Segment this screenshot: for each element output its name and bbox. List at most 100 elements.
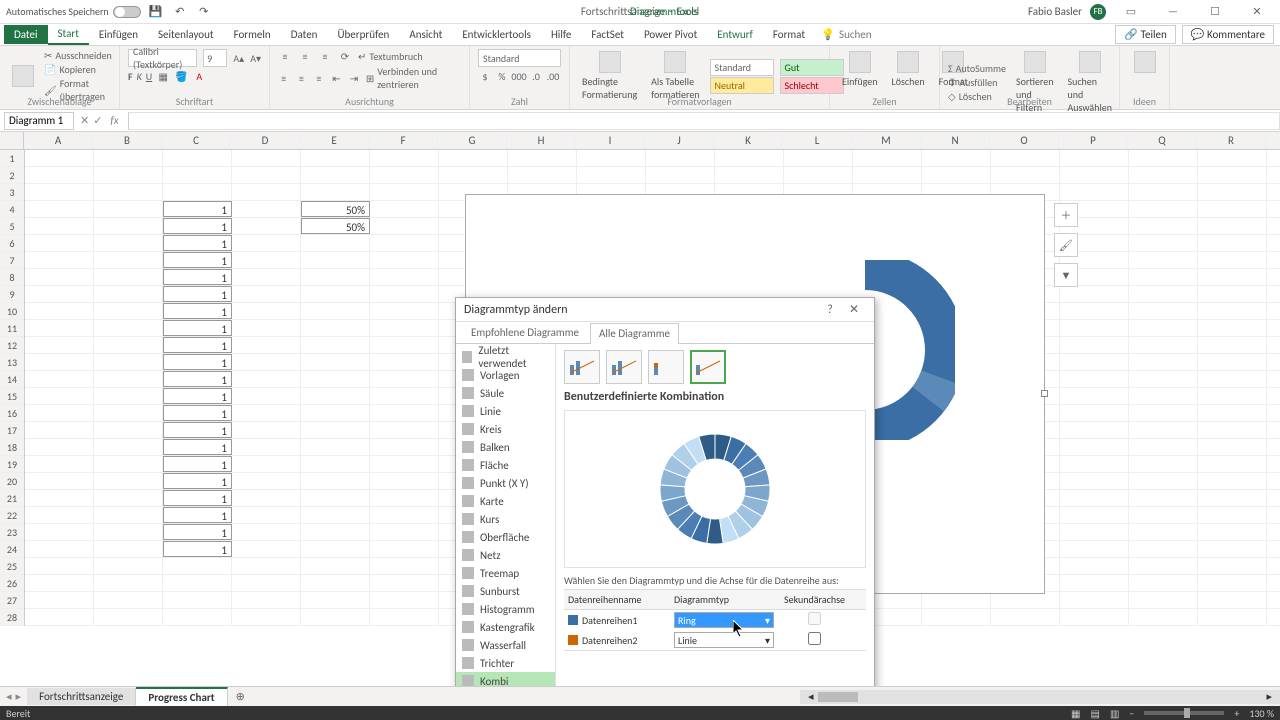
cell[interactable] <box>25 218 94 234</box>
cell[interactable] <box>232 235 301 251</box>
cell[interactable] <box>577 150 646 166</box>
cell[interactable] <box>301 558 370 574</box>
cell[interactable] <box>301 388 370 404</box>
zoom-in-icon[interactable]: + <box>1234 707 1239 720</box>
chart-type-item[interactable]: Sunburst <box>456 582 555 600</box>
cell[interactable] <box>94 405 163 421</box>
cell[interactable] <box>370 354 439 370</box>
cell[interactable] <box>232 201 301 217</box>
cell[interactable] <box>370 558 439 574</box>
cell[interactable] <box>991 592 1060 608</box>
cell[interactable] <box>232 473 301 489</box>
cell[interactable] <box>94 507 163 523</box>
redo-icon[interactable]: ↷ <box>195 3 213 21</box>
cell[interactable] <box>1060 167 1129 183</box>
cell[interactable] <box>1129 456 1198 472</box>
cell[interactable] <box>370 507 439 523</box>
cell[interactable] <box>94 592 163 608</box>
cell[interactable] <box>25 490 94 506</box>
align-mid-icon[interactable]: ≡ <box>298 49 312 63</box>
chart-type-item[interactable]: Fläche <box>456 456 555 474</box>
cell[interactable] <box>301 354 370 370</box>
cell[interactable] <box>25 150 94 166</box>
chart-type-item[interactable]: Kreis <box>456 420 555 438</box>
cell[interactable] <box>853 167 922 183</box>
autosave-toggle[interactable]: Automatisches Speichern <box>6 5 141 18</box>
view-pagebreak-icon[interactable]: ▥ <box>1110 707 1119 720</box>
cell[interactable] <box>991 150 1060 166</box>
cell[interactable] <box>1129 201 1198 217</box>
inc-dec-icon[interactable]: .0 <box>529 69 543 83</box>
merge-center-button[interactable]: ⊞ Verbinden und zentrieren <box>366 65 461 91</box>
column-header[interactable]: E <box>300 132 369 149</box>
chart-type-item[interactable]: Kastengrafik <box>456 618 555 636</box>
row-header[interactable]: 22 <box>0 507 24 524</box>
cancel-formula-icon[interactable]: ✕ <box>80 114 89 127</box>
column-header[interactable]: F <box>369 132 438 149</box>
subtype-2[interactable] <box>606 350 642 384</box>
close-icon[interactable]: ✕ <box>1240 2 1274 22</box>
increase-font-icon[interactable]: A▴ <box>233 51 244 65</box>
cell[interactable] <box>94 422 163 438</box>
row-header[interactable]: 20 <box>0 473 24 490</box>
cell[interactable] <box>25 609 94 625</box>
cell[interactable] <box>1198 269 1267 285</box>
cell[interactable] <box>1060 558 1129 574</box>
row-header[interactable]: 18 <box>0 439 24 456</box>
border-icon[interactable]: ▦ <box>156 69 170 83</box>
cell[interactable] <box>232 575 301 591</box>
cell[interactable] <box>1060 388 1129 404</box>
cell[interactable] <box>991 609 1060 625</box>
chart-type-item[interactable]: Histogramm <box>456 600 555 618</box>
cell[interactable] <box>232 507 301 523</box>
cell[interactable] <box>1129 252 1198 268</box>
cell[interactable] <box>370 150 439 166</box>
cell[interactable] <box>301 473 370 489</box>
cell[interactable] <box>370 609 439 625</box>
cell[interactable] <box>370 320 439 336</box>
cell[interactable] <box>232 354 301 370</box>
cell[interactable] <box>301 490 370 506</box>
tab-ansicht[interactable]: Ansicht <box>399 25 452 44</box>
cell[interactable]: 1 <box>163 490 232 506</box>
cell[interactable] <box>646 150 715 166</box>
cell[interactable] <box>301 337 370 353</box>
cell[interactable] <box>25 269 94 285</box>
cell[interactable] <box>1129 167 1198 183</box>
cell[interactable] <box>1060 405 1129 421</box>
cell[interactable] <box>1198 609 1267 625</box>
cell[interactable] <box>370 218 439 234</box>
column-header[interactable]: N <box>921 132 990 149</box>
row-header[interactable]: 17 <box>0 422 24 439</box>
chart-type-item[interactable]: Netz <box>456 546 555 564</box>
view-normal-icon[interactable]: ▦ <box>1071 707 1080 720</box>
align-right-icon[interactable]: ≡ <box>313 71 325 85</box>
cell[interactable] <box>1060 150 1129 166</box>
add-sheet-icon[interactable]: ⊕ <box>228 688 253 705</box>
row-header[interactable]: 4 <box>0 201 24 218</box>
cell[interactable] <box>301 150 370 166</box>
share-button[interactable]: 🔗 Teilen <box>1115 25 1175 44</box>
cell[interactable] <box>301 507 370 523</box>
cell[interactable] <box>301 286 370 302</box>
cell[interactable] <box>370 388 439 404</box>
cell[interactable] <box>1060 524 1129 540</box>
cell[interactable] <box>1060 303 1129 319</box>
cut-button[interactable]: ✂ Ausschneiden <box>44 49 112 62</box>
row-header[interactable]: 28 <box>0 609 24 626</box>
cell[interactable] <box>1060 371 1129 387</box>
chart-type-item[interactable]: Wasserfall <box>456 636 555 654</box>
tab-seitenlayout[interactable]: Seitenlayout <box>148 25 224 44</box>
bold-button[interactable]: F <box>128 70 133 83</box>
cell[interactable] <box>94 541 163 557</box>
cell[interactable] <box>232 167 301 183</box>
cell[interactable] <box>94 473 163 489</box>
font-name-select[interactable]: Calibri (Textkörper) <box>128 49 197 67</box>
cell[interactable] <box>439 167 508 183</box>
cell[interactable] <box>577 167 646 183</box>
cell[interactable] <box>922 167 991 183</box>
cell[interactable] <box>163 558 232 574</box>
cell[interactable] <box>163 150 232 166</box>
cell[interactable] <box>1129 388 1198 404</box>
cell[interactable] <box>25 558 94 574</box>
